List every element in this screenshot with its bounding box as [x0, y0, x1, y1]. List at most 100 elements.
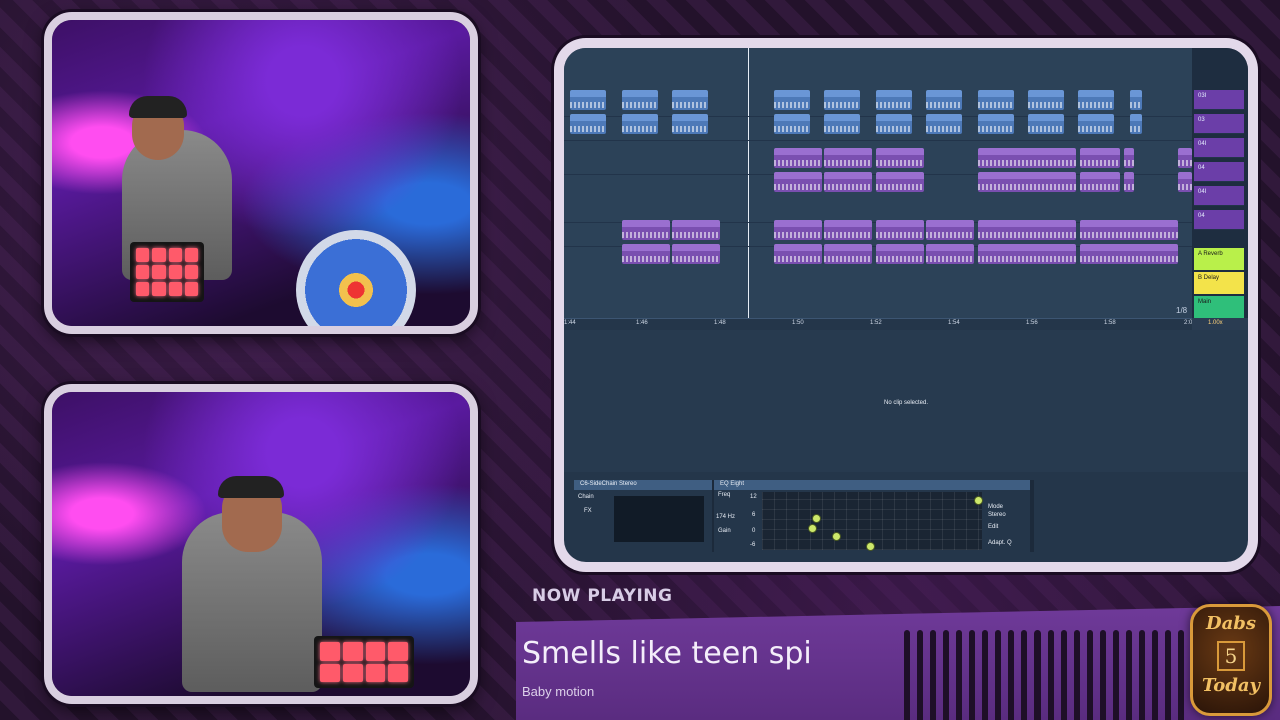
sidechain-display [614, 496, 704, 542]
clip-waveform [824, 184, 872, 190]
audio-clip[interactable]: VOX_LCH_128_bass_synth_log [978, 148, 1076, 168]
audio-clip[interactable]: VOX_LCH_128_ [774, 148, 822, 168]
badge-bottom-text: Today [1201, 675, 1261, 696]
eq-band-point[interactable] [866, 542, 875, 551]
eq-band-point[interactable] [832, 532, 841, 541]
clip-detail-panel: No clip selected. [564, 330, 1248, 472]
eq-adapt-q[interactable]: Adapt. Q [988, 540, 1012, 546]
mixer-track-strip[interactable]: 03I [1194, 90, 1244, 110]
clip-label: VOX_LCH_128_ [776, 148, 821, 154]
clip-label: SquareDown_1: [776, 220, 820, 226]
return-track[interactable]: B Delay [1194, 272, 1244, 294]
audio-clip[interactable]: SquareDown_1: [774, 220, 822, 240]
audio-clip[interactable]: Mr_Vegas_ [978, 90, 1014, 110]
audio-clip[interactable]: SquareDown_128_F#_PL_04 [978, 220, 1076, 240]
badge-number: 5 [1217, 641, 1245, 671]
timeline-tick: 1:48 [714, 320, 726, 326]
audio-clip[interactable]: VOX_ [1080, 148, 1120, 168]
device-chain: C6-SideChain Stereo Chain FX EQ Eight Fr… [574, 480, 1034, 552]
clip-label: Mr_Vegas_ [624, 90, 655, 96]
clip-label: VOX_LCH_128_ [878, 148, 923, 154]
timeline-tick: 1:44 [564, 320, 576, 326]
audio-clip[interactable]: SquareDown_1: [622, 220, 670, 240]
audio-clip[interactable]: Mr_Vegas_ [774, 90, 810, 110]
clip-label: SquareDown_1: [928, 220, 972, 226]
audio-clip[interactable]: VOX_LCH_128_ [824, 148, 872, 168]
audio-clip[interactable]: Mr_Vegas_ [926, 90, 962, 110]
freq-value[interactable]: 174 Hz [716, 514, 735, 520]
return-track[interactable]: Main [1194, 296, 1244, 318]
audio-clip[interactable]: VOX_LCH_128_bass_synth_log [978, 172, 1076, 192]
audio-clip[interactable]: SquareDown_1: [774, 244, 822, 264]
drum-pad-controller [314, 636, 414, 688]
audio-clip[interactable]: Mr_Vegas_ [1028, 90, 1064, 110]
audio-clip[interactable]: Mr_Vegas_ [570, 90, 606, 110]
eq-band-point[interactable] [974, 496, 983, 505]
mixer-track-strip[interactable]: 04 [1194, 210, 1244, 230]
audio-clip[interactable]: Mr_Vegas_ [824, 90, 860, 110]
audio-clip[interactable]: SquareDown_1: [672, 220, 720, 240]
sidechain-device: Chain FX [574, 490, 712, 552]
eq-stereo-select[interactable]: Stereo [988, 512, 1006, 518]
audio-clip[interactable]: SquareDown_1: [622, 244, 670, 264]
webcam-top [44, 12, 478, 334]
clip-waveform [622, 102, 658, 108]
arrangement-view[interactable]: 1/8 Mr_Vegas_ Mr_Vegas_ Mr_Vegas_ Mr_Vegas_… [564, 48, 1192, 318]
return-track[interactable]: A Reverb [1194, 248, 1244, 270]
audio-clip[interactable]: SquareDown_128_F#_PL_04 [978, 244, 1076, 264]
clip-waveform [876, 184, 924, 190]
clip-waveform [978, 232, 1076, 238]
audio-clip[interactable]: Mr_Vegas_ [622, 90, 658, 110]
mixer-track-strip[interactable]: 04I [1194, 138, 1244, 158]
audio-clip[interactable]: VOX_LCH_128_ [774, 172, 822, 192]
clip-waveform [672, 232, 720, 238]
audio-clip[interactable]: SquareDown_1: [876, 220, 924, 240]
freq-label: Freq [718, 492, 731, 498]
mixer-track-strip[interactable]: 04I [1194, 186, 1244, 206]
audio-clip[interactable]: VOX_LCH_128_ [876, 148, 924, 168]
eq-band-point[interactable] [808, 524, 817, 533]
track-row[interactable] [564, 118, 1192, 141]
audio-clip[interactable]: VOX_ [1178, 148, 1192, 168]
audio-clip[interactable]: Mr_Vegas_ [876, 90, 912, 110]
audio-clip[interactable]: Mr_V [1130, 90, 1142, 110]
audio-clip[interactable]: Mr_Vegas_ [672, 90, 708, 110]
eq-curve-display[interactable] [762, 492, 983, 551]
clip-waveform [926, 232, 974, 238]
clip-label: VOX_LCH_128_ [826, 148, 871, 154]
audio-clip[interactable]: VOX_LCH_128_ [824, 172, 872, 192]
audio-clip[interactable]: SquareDown_1: [926, 244, 974, 264]
audio-clip[interactable]: VOX_LCH_128_ [876, 172, 924, 192]
mixer-track-strip[interactable]: 03 [1194, 114, 1244, 134]
audio-clip[interactable]: Mr_Vegas_ [1078, 90, 1114, 110]
mixer-track-strip[interactable]: 04 [1194, 162, 1244, 182]
audio-clip[interactable]: SquareDown_128_F#_PL_04 [1080, 244, 1178, 264]
clip-label: VOX_ [1082, 172, 1099, 178]
audio-clip[interactable]: SquareDown_1: [876, 244, 924, 264]
audio-clip[interactable]: SquareDown_1: [824, 220, 872, 240]
clip-waveform [622, 256, 670, 262]
sidechain-title[interactable]: C6-SideChain Stereo [574, 480, 712, 490]
audio-clip[interactable]: VOX_ [1178, 172, 1192, 192]
badge-top-text: Dabs [1206, 613, 1256, 634]
audio-clip[interactable]: SquareDown_1: [824, 244, 872, 264]
audio-clip[interactable]: VOX [1124, 148, 1134, 168]
playhead[interactable] [748, 48, 749, 318]
clip-waveform [876, 232, 924, 238]
fx-label[interactable]: FX [584, 508, 592, 514]
audio-clip[interactable]: SquareDown_128_F#_PL_04 [1080, 220, 1178, 240]
clip-label: SquareDown_1: [878, 220, 922, 226]
now-playing-artist: Baby motion [522, 684, 595, 699]
audio-clip[interactable]: VOX [1124, 172, 1134, 192]
eq-title[interactable]: EQ Eight [714, 480, 1030, 490]
chain-label: Chain [578, 494, 594, 500]
clip-label: SquareDown_128_F#_PL_04 [1082, 220, 1162, 226]
audio-clip[interactable]: VOX_ [1080, 172, 1120, 192]
eq-band-point[interactable] [812, 514, 821, 523]
audio-clip[interactable]: SquareDown_1: [926, 220, 974, 240]
clip-label: SquareDown_128_F#_PL_04 [980, 244, 1060, 250]
eq-edit-label[interactable]: Edit [988, 524, 998, 530]
timeline-tick: 1:54 [948, 320, 960, 326]
audio-clip[interactable]: SquareDown_1: [672, 244, 720, 264]
clip-waveform [876, 160, 924, 166]
